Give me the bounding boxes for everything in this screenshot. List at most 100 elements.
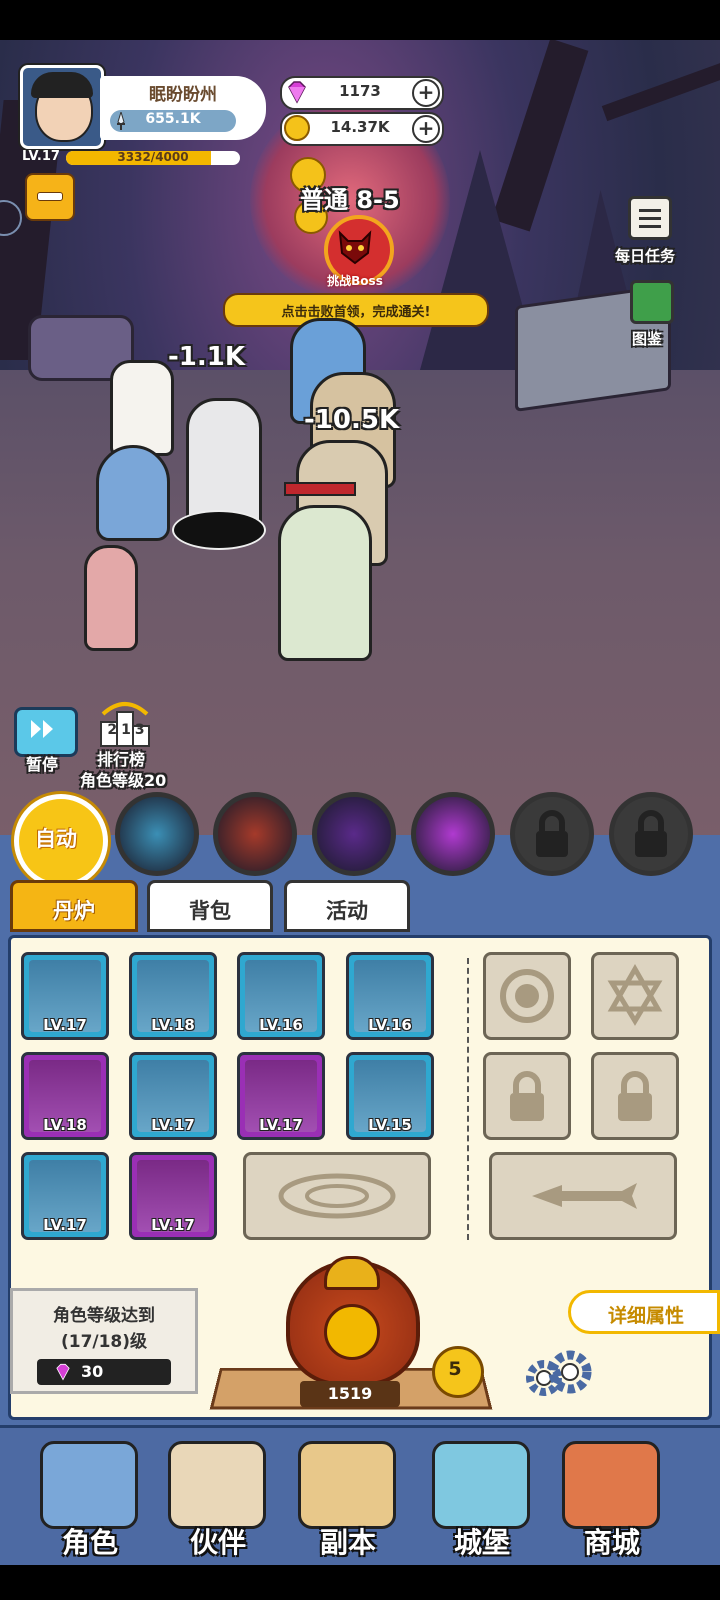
dead-tree (491, 40, 589, 232)
upgrade-cost: 30 (37, 1359, 171, 1385)
add-coins-button[interactable]: + (412, 115, 440, 143)
enemy-health-bar (284, 482, 356, 496)
lock-icon (614, 797, 688, 875)
gem-icon (56, 1363, 70, 1381)
skill-button[interactable] (312, 792, 396, 876)
star-emblem-slot[interactable] (591, 952, 679, 1040)
gem-icon (284, 79, 310, 105)
nav-label: 伙伴 (189, 1526, 246, 1559)
pause-label[interactable]: 暂停 (26, 751, 58, 775)
character-icon (40, 1441, 138, 1529)
combat-power-bar: 655.1K (110, 110, 236, 132)
lock-icon (510, 1071, 544, 1121)
star-emblem-icon (607, 963, 663, 1026)
locked-slot[interactable] (483, 1052, 571, 1140)
locked-skill-slot[interactable] (609, 792, 693, 876)
furnace-emblem-icon (324, 1304, 380, 1360)
requirement-line2: (17/18)级 (60, 1332, 148, 1352)
equipment-level: LV.18 (43, 1116, 87, 1134)
requirement-line1: 角色等级达到 (53, 1306, 155, 1326)
detail-attributes-button[interactable]: 详细属性 (568, 1290, 720, 1334)
tab-label: 活动 (326, 899, 368, 923)
auto-battle-button[interactable]: 自动 (14, 794, 108, 888)
enemy-boss-villager (278, 505, 372, 661)
equipment-level: LV.17 (151, 1216, 195, 1234)
equipment-level: LV.16 (259, 1016, 303, 1034)
collapse-menu-button[interactable] (25, 173, 75, 221)
equipment-slot[interactable]: LV.17 (237, 1052, 325, 1140)
coin-count: 14.37K (330, 118, 390, 136)
skill-button[interactable] (115, 792, 199, 876)
equipment-slot[interactable]: LV.17 (21, 1152, 109, 1240)
locked-slot[interactable] (591, 1052, 679, 1140)
furnace-level: 5 (448, 1358, 462, 1380)
priest-hero (110, 360, 174, 456)
system-bar (0, 1565, 720, 1600)
player-name: 眠盼盼州 (149, 85, 217, 105)
emblem-slot[interactable] (483, 952, 571, 1040)
lock-icon (515, 797, 589, 875)
array-icon (278, 1173, 396, 1219)
nav-partner[interactable]: 伙伴 (154, 1435, 282, 1560)
furnace-value-box: 1519 (300, 1381, 400, 1407)
equipment-slot[interactable]: LV.18 (21, 1052, 109, 1140)
nav-castle[interactable]: 城堡 (418, 1435, 546, 1560)
equipment-slot[interactable]: LV.15 (346, 1052, 434, 1140)
weapon-rune-slot[interactable] (489, 1152, 677, 1240)
demon-mask-icon (338, 230, 372, 265)
weapon-rune-icon (532, 1183, 637, 1209)
equipment-slot[interactable]: LV.17 (129, 1152, 217, 1240)
codex-label[interactable]: 图鉴 (632, 328, 662, 349)
equipment-level: LV.17 (151, 1116, 195, 1134)
locked-skill-slot[interactable] (510, 792, 594, 876)
upgrade-cost-value: 30 (81, 1362, 104, 1381)
partner-icon (168, 1441, 266, 1529)
player-card: 眠盼盼州 655.1K (100, 76, 266, 140)
add-gems-button[interactable]: + (412, 79, 440, 107)
xp-text: 3332/4000 (117, 151, 189, 164)
skill-button[interactable] (411, 792, 495, 876)
equipment-slot[interactable]: LV.18 (129, 952, 217, 1040)
tab-activity[interactable]: 活动 (284, 880, 410, 932)
equipment-level: LV.17 (43, 1016, 87, 1034)
equipment-slot[interactable]: LV.16 (237, 952, 325, 1040)
daily-tasks-icon[interactable] (628, 196, 672, 240)
equipment-slot[interactable]: LV.17 (129, 1052, 217, 1140)
coin-icon (284, 115, 310, 141)
daily-tasks-label[interactable]: 每日任务 (615, 245, 675, 266)
castle-icon (432, 1441, 530, 1529)
tab-label: 丹炉 (53, 899, 95, 923)
nav-character[interactable]: 角色 (26, 1435, 154, 1560)
divider (467, 958, 469, 1240)
tab-furnace[interactable]: 丹炉 (10, 880, 138, 932)
tab-backpack[interactable]: 背包 (147, 880, 273, 932)
list-line (639, 217, 661, 220)
equipment-level: LV.18 (151, 1016, 195, 1034)
equipment-slot[interactable]: LV.16 (346, 952, 434, 1040)
upgrade-requirement-card: 角色等级达到 (17/18)级 30 (10, 1288, 198, 1394)
shop-icon (562, 1441, 660, 1529)
settings-gear-icon[interactable] (520, 1348, 596, 1402)
yin-yang-disc (172, 510, 266, 550)
pause-button[interactable] (14, 707, 78, 757)
emblem-icon (500, 969, 554, 1023)
gem-counter: 1173 + (280, 76, 444, 110)
equipment-slot[interactable]: LV.17 (21, 952, 109, 1040)
player-level: LV.17 (22, 149, 60, 164)
equipment-level: LV.17 (43, 1216, 87, 1234)
avatar-hair (31, 72, 93, 98)
stage-label: 普通 8-5 (300, 186, 400, 214)
minus-icon (37, 192, 63, 201)
codex-book-icon[interactable] (630, 280, 674, 324)
dungeon-scroll-icon (298, 1441, 396, 1529)
coin-counter: 14.37K + (280, 112, 444, 146)
nav-shop[interactable]: 商城 (548, 1435, 676, 1560)
skill-button[interactable] (213, 792, 297, 876)
squid-hero (84, 545, 138, 651)
tab-label: 背包 (189, 899, 231, 923)
nav-dungeon-scroll[interactable]: 副本 (284, 1435, 412, 1560)
combat-power: 655.1K (145, 111, 201, 127)
array-slot[interactable] (243, 1152, 431, 1240)
equipment-level: LV.17 (259, 1116, 303, 1134)
player-avatar[interactable] (20, 65, 104, 149)
